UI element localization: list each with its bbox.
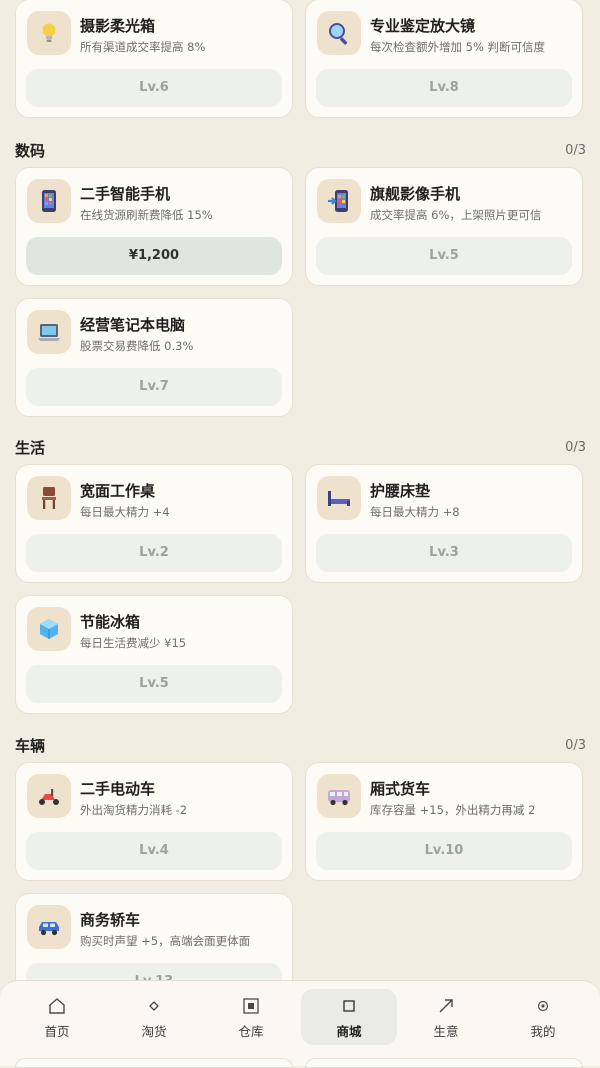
- shop-item-card[interactable]: 经营笔记本电脑 股票交易费降低 0.3% Lv.7: [15, 298, 293, 417]
- section-title-digital: 数码: [15, 142, 46, 160]
- buy-price-button[interactable]: ¥1,200: [26, 237, 282, 275]
- diamond-icon: [106, 997, 202, 1015]
- level-requirement-button[interactable]: Lv.3: [316, 534, 572, 572]
- chair-icon: [27, 476, 71, 520]
- item-title: 二手电动车: [80, 780, 156, 798]
- section-title-life: 生活: [15, 439, 46, 457]
- nav-tab-label: 首页: [44, 1024, 70, 1039]
- nav-tab-label: 我的: [530, 1024, 556, 1039]
- ice-cube-icon: [27, 607, 71, 651]
- item-title: 摄影柔光箱: [80, 17, 156, 35]
- nav-tab-label: 商城: [336, 1024, 362, 1039]
- bottom-navigation: 首页 淘货 仓库 商城 生意 我的: [0, 980, 600, 1066]
- profile-icon: [495, 997, 591, 1015]
- item-description: 成交率提高 6%，上架照片更可信: [370, 208, 542, 222]
- item-description: 所有渠道成交率提高 8%: [80, 40, 206, 54]
- shop-item-card[interactable]: 厢式货车 库存容量 +15，外出精力再减 2 Lv.10: [305, 762, 583, 881]
- level-requirement-button[interactable]: Lv.10: [316, 832, 572, 870]
- lightbulb-icon: [27, 11, 71, 55]
- item-title: 专业鉴定放大镜: [370, 17, 476, 35]
- shop-item-card[interactable]: 二手电动车 外出淘货精力消耗 -2 Lv.4: [15, 762, 293, 881]
- nav-tab-home[interactable]: 首页: [9, 989, 105, 1045]
- nav-tab-label: 生意: [433, 1024, 459, 1039]
- item-description: 每日生活费减少 ¥15: [80, 636, 187, 650]
- section-title-vehicles: 车辆: [15, 737, 46, 755]
- nav-tab-warehouse[interactable]: 仓库: [203, 989, 299, 1045]
- nav-tab-label: 淘货: [141, 1024, 167, 1039]
- smartphone-icon: [27, 179, 71, 223]
- item-title: 二手智能手机: [80, 185, 171, 203]
- item-description: 库存容量 +15，外出精力再减 2: [370, 803, 536, 817]
- item-title: 厢式货车: [370, 780, 431, 798]
- nav-tab-profile[interactable]: 我的: [495, 989, 591, 1045]
- phone-transfer-icon: [317, 179, 361, 223]
- nav-tab-sourcing[interactable]: 淘货: [106, 989, 202, 1045]
- laptop-icon: [27, 310, 71, 354]
- level-requirement-button[interactable]: Lv.5: [316, 237, 572, 275]
- level-requirement-button[interactable]: Lv.2: [26, 534, 282, 572]
- level-requirement-button[interactable]: Lv.7: [26, 368, 282, 406]
- trend-arrow-icon: [398, 997, 494, 1015]
- shop-item-card[interactable]: 旗舰影像手机 成交率提高 6%，上架照片更可信 Lv.5: [305, 167, 583, 286]
- item-title: 宽面工作桌: [80, 482, 156, 500]
- shop-item-card[interactable]: 节能冰箱 每日生活费减少 ¥15 Lv.5: [15, 595, 293, 714]
- item-description: 购买时声望 +5，高端会面更体面: [80, 934, 251, 948]
- nav-tab-shop[interactable]: 商城: [301, 989, 397, 1045]
- item-description: 股票交易费降低 0.3%: [80, 339, 194, 353]
- section-count: 0/3: [565, 440, 586, 455]
- nav-tab-label: 仓库: [238, 1024, 264, 1039]
- shop-item-card[interactable]: 二手智能手机 在线货源刷新费降低 15% ¥1,200: [15, 167, 293, 286]
- warehouse-icon: [203, 997, 299, 1015]
- item-description: 外出淘货精力消耗 -2: [80, 803, 188, 817]
- item-description: 每次检查额外增加 5% 判断可信度: [370, 40, 546, 54]
- item-description: 在线货源刷新费降低 15%: [80, 208, 213, 222]
- card-peek: [15, 1058, 293, 1068]
- item-title: 护腰床垫: [370, 482, 431, 500]
- item-description: 每日最大精力 +8: [370, 505, 460, 519]
- shop-item-card[interactable]: 护腰床垫 每日最大精力 +8 Lv.3: [305, 464, 583, 583]
- magnifier-icon: [317, 11, 361, 55]
- car-icon: [27, 905, 71, 949]
- level-requirement-button[interactable]: Lv.4: [26, 832, 282, 870]
- level-requirement-button[interactable]: Lv.5: [26, 665, 282, 703]
- shop-item-card[interactable]: 专业鉴定放大镜 每次检查额外增加 5% 判断可信度 Lv.8: [305, 0, 583, 118]
- section-count: 0/3: [565, 738, 586, 753]
- home-icon: [9, 997, 105, 1015]
- item-title: 商务轿车: [80, 911, 141, 929]
- van-icon: [317, 774, 361, 818]
- shop-item-card[interactable]: 宽面工作桌 每日最大精力 +4 Lv.2: [15, 464, 293, 583]
- level-requirement-button[interactable]: Lv.6: [26, 69, 282, 107]
- level-requirement-button[interactable]: Lv.8: [316, 69, 572, 107]
- item-description: 每日最大精力 +4: [80, 505, 170, 519]
- item-title: 节能冰箱: [80, 613, 141, 631]
- bed-icon: [317, 476, 361, 520]
- shop-icon: [301, 997, 397, 1015]
- scooter-icon: [27, 774, 71, 818]
- section-count: 0/3: [565, 143, 586, 158]
- item-title: 旗舰影像手机: [370, 185, 461, 203]
- item-title: 经营笔记本电脑: [80, 316, 186, 334]
- card-peek: [305, 1058, 583, 1068]
- shop-item-card[interactable]: 摄影柔光箱 所有渠道成交率提高 8% Lv.6: [15, 0, 293, 118]
- nav-tab-business[interactable]: 生意: [398, 989, 494, 1045]
